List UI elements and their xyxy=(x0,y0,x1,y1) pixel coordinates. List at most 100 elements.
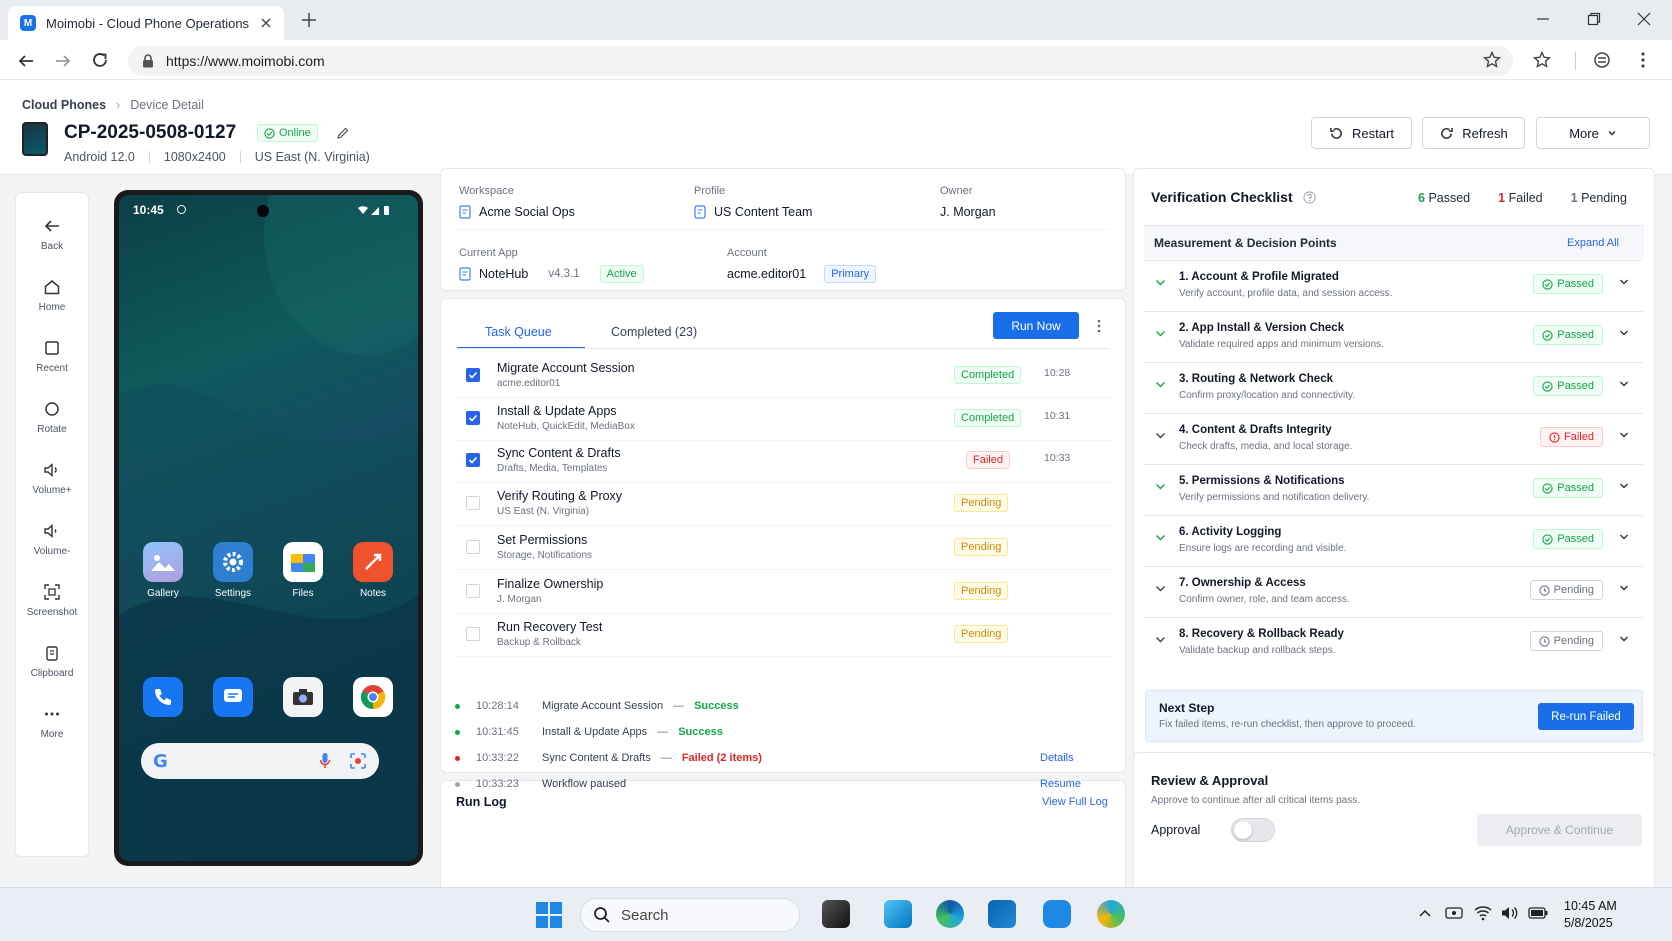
browser-menu-icon[interactable] xyxy=(1640,51,1646,69)
help-circle-icon[interactable] xyxy=(1303,190,1316,204)
edge-browser-icon[interactable] xyxy=(936,900,964,928)
edge-beta-icon[interactable] xyxy=(1097,900,1125,928)
phone-mirror[interactable]: 10:45 Gallery Settings Files Notes G xyxy=(114,190,423,866)
expand-chevron-icon[interactable] xyxy=(1619,635,1629,643)
battery-icon[interactable] xyxy=(1528,907,1548,919)
reload-icon[interactable] xyxy=(91,51,109,69)
checklist-item[interactable]: 2. App Install & Version Check Validate … xyxy=(1143,311,1643,361)
task-checkbox[interactable] xyxy=(466,368,480,382)
task-checkbox[interactable] xyxy=(466,453,480,467)
control-rotate[interactable]: Rotate xyxy=(16,400,88,435)
tray-chevron-up-icon[interactable] xyxy=(1419,908,1431,918)
gallery-app-icon[interactable] xyxy=(143,542,183,582)
expand-chevron-icon[interactable] xyxy=(1619,278,1629,286)
control-volume-down[interactable]: Volume- xyxy=(16,522,88,557)
breadcrumb-cloud-phones[interactable]: Cloud Phones xyxy=(22,98,106,112)
chevron-down-icon[interactable] xyxy=(1155,483,1166,491)
checklist-item[interactable]: 5. Permissions & Notifications Verify pe… xyxy=(1143,464,1643,514)
approve-continue-button[interactable]: Approve & Continue xyxy=(1477,814,1642,846)
bookmark-star-icon[interactable] xyxy=(1483,51,1501,69)
approval-toggle[interactable] xyxy=(1231,818,1275,842)
windows-start-icon[interactable] xyxy=(535,901,563,929)
view-full-log-link[interactable]: View Full Log xyxy=(1042,796,1108,808)
expand-chevron-icon[interactable] xyxy=(1619,533,1629,541)
kebab-menu-icon[interactable] xyxy=(1097,319,1101,333)
widgets-icon[interactable] xyxy=(884,900,912,928)
extensions-icon[interactable] xyxy=(1593,51,1611,69)
expand-chevron-icon[interactable] xyxy=(1619,329,1629,337)
network-icon[interactable] xyxy=(1445,905,1463,921)
files-app-icon[interactable] xyxy=(283,542,323,582)
settings-app-icon[interactable] xyxy=(213,542,253,582)
more-dropdown-button[interactable]: More xyxy=(1536,117,1650,149)
task-row[interactable]: Run Recovery Test Backup & Rollback Pend… xyxy=(454,611,1114,657)
camera-app-icon[interactable] xyxy=(283,677,323,717)
checklist-item[interactable]: 4. Content & Drafts Integrity Check draf… xyxy=(1143,413,1643,463)
tab-task-queue[interactable]: Task Queue xyxy=(485,325,552,339)
task-view-icon[interactable] xyxy=(822,900,850,928)
wifi-icon[interactable] xyxy=(1474,905,1492,921)
task-checkbox[interactable] xyxy=(466,627,480,641)
notes-app-icon[interactable] xyxy=(353,542,393,582)
task-row[interactable]: Install & Update Apps NoteHub, QuickEdit… xyxy=(454,395,1114,441)
tab-completed[interactable]: Completed (23) xyxy=(611,325,697,339)
expand-chevron-icon[interactable] xyxy=(1619,584,1629,592)
expand-chevron-icon[interactable] xyxy=(1619,380,1629,388)
task-checkbox[interactable] xyxy=(466,584,480,598)
task-row[interactable]: Sync Content & Drafts Drafts, Media, Tem… xyxy=(454,437,1114,483)
minimize-icon[interactable] xyxy=(1536,12,1550,26)
checklist-item[interactable]: 1. Account & Profile Migrated Verify acc… xyxy=(1143,260,1643,310)
expand-all-link[interactable]: Expand All xyxy=(1567,237,1619,249)
resume-link[interactable]: Resume xyxy=(1040,778,1081,790)
checklist-item[interactable]: 8. Recovery & Rollback Ready Validate ba… xyxy=(1143,617,1643,667)
checklist-item[interactable]: 3. Routing & Network Check Confirm proxy… xyxy=(1143,362,1643,412)
forward-arrow-icon[interactable] xyxy=(54,52,72,70)
lens-icon[interactable] xyxy=(349,752,367,770)
checklist-item[interactable]: 6. Activity Logging Ensure logs are reco… xyxy=(1143,515,1643,565)
browser-tab[interactable]: M Moimobi - Cloud Phone Operations xyxy=(8,6,284,40)
taskbar-clock[interactable]: 10:45 AM 5/8/2025 xyxy=(1564,898,1617,932)
task-checkbox[interactable] xyxy=(466,540,480,554)
control-more[interactable]: More xyxy=(16,705,88,740)
microsoft-store-icon[interactable] xyxy=(988,900,1016,928)
expand-chevron-icon[interactable] xyxy=(1619,482,1629,490)
mic-icon[interactable] xyxy=(319,752,331,770)
refresh-button[interactable]: Refresh xyxy=(1422,117,1525,149)
checklist-item[interactable]: 7. Ownership & Access Confirm owner, rol… xyxy=(1143,566,1643,616)
expand-chevron-icon[interactable] xyxy=(1619,431,1629,439)
task-row[interactable]: Verify Routing & Proxy US East (N. Virgi… xyxy=(454,480,1114,526)
restart-button[interactable]: Restart xyxy=(1311,117,1412,149)
chevron-down-icon[interactable] xyxy=(1155,585,1166,593)
control-home[interactable]: Home xyxy=(16,278,88,313)
control-clipboard[interactable]: Clipboard xyxy=(16,644,88,679)
address-bar[interactable]: https://www.moimobi.com xyxy=(128,46,1513,76)
google-search-bar[interactable]: G xyxy=(141,743,379,779)
chevron-down-icon[interactable] xyxy=(1155,432,1166,440)
profile-value[interactable]: US Content Team xyxy=(694,205,812,219)
workspace-value[interactable]: Acme Social Ops xyxy=(459,205,575,219)
control-screenshot[interactable]: Screenshot xyxy=(16,583,88,618)
messages-app-icon[interactable] xyxy=(213,677,253,717)
phone-dialer-icon[interactable] xyxy=(143,677,183,717)
chrome-app-icon[interactable] xyxy=(353,677,393,717)
chevron-down-icon[interactable] xyxy=(1155,534,1166,542)
task-checkbox[interactable] xyxy=(466,496,480,510)
edit-pencil-icon[interactable] xyxy=(336,126,350,140)
details-link[interactable]: Details xyxy=(1040,752,1074,764)
new-tab-icon[interactable] xyxy=(301,12,317,28)
control-back[interactable]: Back xyxy=(16,217,88,252)
control-volume-up[interactable]: Volume+ xyxy=(16,461,88,496)
rerun-failed-button[interactable]: Re-run Failed xyxy=(1538,703,1634,730)
chevron-down-icon[interactable] xyxy=(1155,381,1166,389)
back-arrow-icon[interactable] xyxy=(17,52,35,70)
chevron-down-icon[interactable] xyxy=(1155,636,1166,644)
run-now-button[interactable]: Run Now xyxy=(993,312,1079,339)
chevron-down-icon[interactable] xyxy=(1155,279,1166,287)
restore-window-icon[interactable] xyxy=(1587,12,1601,26)
task-checkbox[interactable] xyxy=(466,411,480,425)
moimobi-app-icon[interactable] xyxy=(1043,900,1071,928)
task-row[interactable]: Finalize Ownership J. Morgan Pending xyxy=(454,568,1114,614)
phone-screen[interactable]: 10:45 Gallery Settings Files Notes G xyxy=(119,195,418,861)
control-recent[interactable]: Recent xyxy=(16,339,88,374)
close-window-icon[interactable] xyxy=(1637,12,1651,26)
